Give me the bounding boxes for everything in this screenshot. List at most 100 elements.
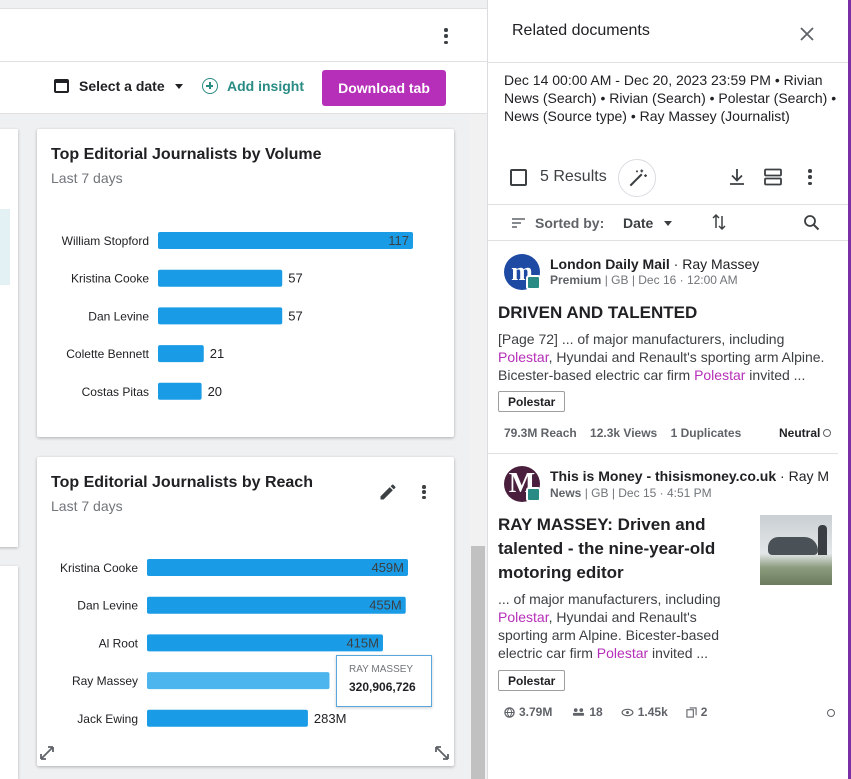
chevron-down-icon <box>664 221 672 226</box>
source-type-badge-icon <box>526 275 541 290</box>
source-meta: News | GB | Dec 15 · 4:51 PM <box>550 486 712 500</box>
article-stats: 3.79M 18 1.45k 2 <box>504 705 707 719</box>
source-name[interactable]: London Daily Mail · Ray Massey <box>550 256 759 272</box>
add-insight-button[interactable]: Add insight <box>202 78 304 94</box>
reach-stat: 3.79M <box>519 705 553 719</box>
more-options-icon[interactable] <box>807 168 813 186</box>
views-stat: 12.3k Views <box>590 426 658 440</box>
volume-bar-chart: William Stopford 117 Kristina Cooke 57 Dan L… <box>62 232 413 400</box>
date-select-label: Select a date <box>79 78 165 94</box>
category-label: Al Root <box>99 636 139 650</box>
magic-wand-button[interactable] <box>618 159 656 197</box>
article-card[interactable]: M This is Money - thisismoney.co.uk · Ra… <box>488 453 838 733</box>
sort-lines-icon <box>512 218 525 228</box>
bar[interactable] <box>158 382 202 400</box>
resize-handle-icon[interactable] <box>435 746 449 760</box>
date-select-button[interactable]: Select a date <box>54 78 183 94</box>
bar[interactable] <box>147 596 406 614</box>
results-count: 5 Results <box>540 168 607 185</box>
bar[interactable] <box>158 307 283 325</box>
article-title[interactable]: DRIVEN AND TALENTED <box>498 301 697 325</box>
dashboard-area: Select a date Add insight Download tab T… <box>0 0 487 779</box>
tooltip-value: 320,906,726 <box>349 680 416 694</box>
bar[interactable] <box>147 709 308 727</box>
value-label: 455M <box>369 598 402 613</box>
value-label: 459M <box>371 560 404 575</box>
add-circle-icon <box>202 78 218 94</box>
value-label: 283M <box>314 711 347 726</box>
value-label: 20 <box>208 384 222 399</box>
views-stat: 1.45k <box>637 705 668 719</box>
article-thumbnail[interactable] <box>760 515 832 585</box>
bar[interactable] <box>158 269 283 287</box>
source-name[interactable]: This is Money - thisismoney.co.uk · Ray … <box>550 468 829 484</box>
close-icon[interactable] <box>799 26 815 42</box>
article-snippet: ... of major manufacturers, including Po… <box>498 591 721 661</box>
duplicate-icon <box>686 706 697 718</box>
filter-description: Dec 14 00:00 AM - Dec 20, 2023 23:59 PM … <box>504 72 837 124</box>
keyword-highlight: Polestar <box>498 609 549 625</box>
category-label: Kristina Cooke <box>71 272 149 286</box>
keyword-highlight: Polestar <box>498 349 549 365</box>
sort-direction-icon[interactable] <box>711 213 727 231</box>
bar[interactable] <box>158 345 204 363</box>
social-icon <box>573 708 585 716</box>
magic-wand-icon <box>629 169 647 187</box>
category-label: Dan Levine <box>77 599 138 613</box>
bar[interactable] <box>158 232 413 249</box>
category-label: Ray Massey <box>72 674 138 688</box>
duplicates-label: Duplicates <box>680 426 742 440</box>
chart-tooltip: RAY MASSEY 320,906,726 <box>336 655 432 707</box>
source-meta: Premium | GB | Dec 16 · 12:00 AM <box>550 273 738 287</box>
source-type-badge-icon <box>526 487 541 502</box>
category-label: Dan Levine <box>88 309 149 323</box>
calendar-icon <box>54 79 69 93</box>
search-icon[interactable] <box>803 214 820 231</box>
article-snippet: [Page 72] ... of major manufacturers, in… <box>498 331 825 383</box>
value-label: 117 <box>388 233 409 248</box>
category-label: Jack Ewing <box>77 712 138 726</box>
related-documents-panel: Related documents Dec 14 00:00 AM - Dec … <box>487 0 851 779</box>
add-insight-label: Add insight <box>227 78 304 94</box>
keyword-tag[interactable]: Polestar <box>498 391 566 412</box>
sort-bar: Sorted by: Date <box>488 205 851 241</box>
duplicates-stat: 2 <box>700 705 708 719</box>
article-title[interactable]: RAY MASSEY: Driven and talented - the ni… <box>498 513 748 585</box>
keyword-tag[interactable]: Polestar <box>498 670 566 691</box>
scrollbar-thumb[interactable] <box>471 546 485 779</box>
sentiment-dot-icon[interactable] <box>827 709 835 717</box>
value-label: 21 <box>210 346 224 361</box>
volume-chart-card: Top Editorial Journalists by Volume Last… <box>37 129 454 437</box>
panel-title: Related documents <box>512 22 650 39</box>
dashboard-header <box>0 8 487 62</box>
eye-icon <box>621 708 634 716</box>
select-all-checkbox[interactable] <box>510 169 527 186</box>
download-tab-button[interactable]: Download tab <box>322 70 446 106</box>
keyword-highlight: Polestar <box>596 645 649 661</box>
expand-icon[interactable] <box>40 746 54 760</box>
more-options-icon[interactable] <box>441 25 451 47</box>
sort-field-select[interactable]: Date <box>623 215 653 231</box>
sentiment-label[interactable]: Neutral <box>779 426 832 440</box>
social-stat: 18 <box>589 705 603 719</box>
sort-label: Sorted by: <box>535 215 605 231</box>
view-toggle-icon[interactable] <box>763 168 783 186</box>
side-card-left <box>0 129 18 547</box>
chevron-down-icon <box>174 83 183 89</box>
globe-icon <box>504 706 515 718</box>
download-icon[interactable] <box>727 167 747 187</box>
category-label: Kristina Cooke <box>60 561 138 575</box>
article-card[interactable]: m London Daily Mail · Ray Massey Premium… <box>488 241 838 453</box>
reach-bar-chart: Kristina Cooke 459M Dan Levine 455M Al Root 4… <box>60 559 408 727</box>
reach-chart-card: Top Editorial Journalists by Reach Last … <box>37 457 454 766</box>
duplicates-count: 1 <box>670 426 678 440</box>
category-label: William Stopford <box>62 234 149 248</box>
bar[interactable] <box>147 559 408 576</box>
value-label: 57 <box>288 271 302 286</box>
reach-stat: 79.3M Reach <box>504 426 577 440</box>
category-label: Colette Bennett <box>66 347 149 361</box>
results-toolbar: 5 Results <box>488 154 851 204</box>
keyword-highlight: Polestar <box>694 367 746 383</box>
bar[interactable] <box>147 672 330 690</box>
sentiment-dot-icon <box>823 429 832 437</box>
